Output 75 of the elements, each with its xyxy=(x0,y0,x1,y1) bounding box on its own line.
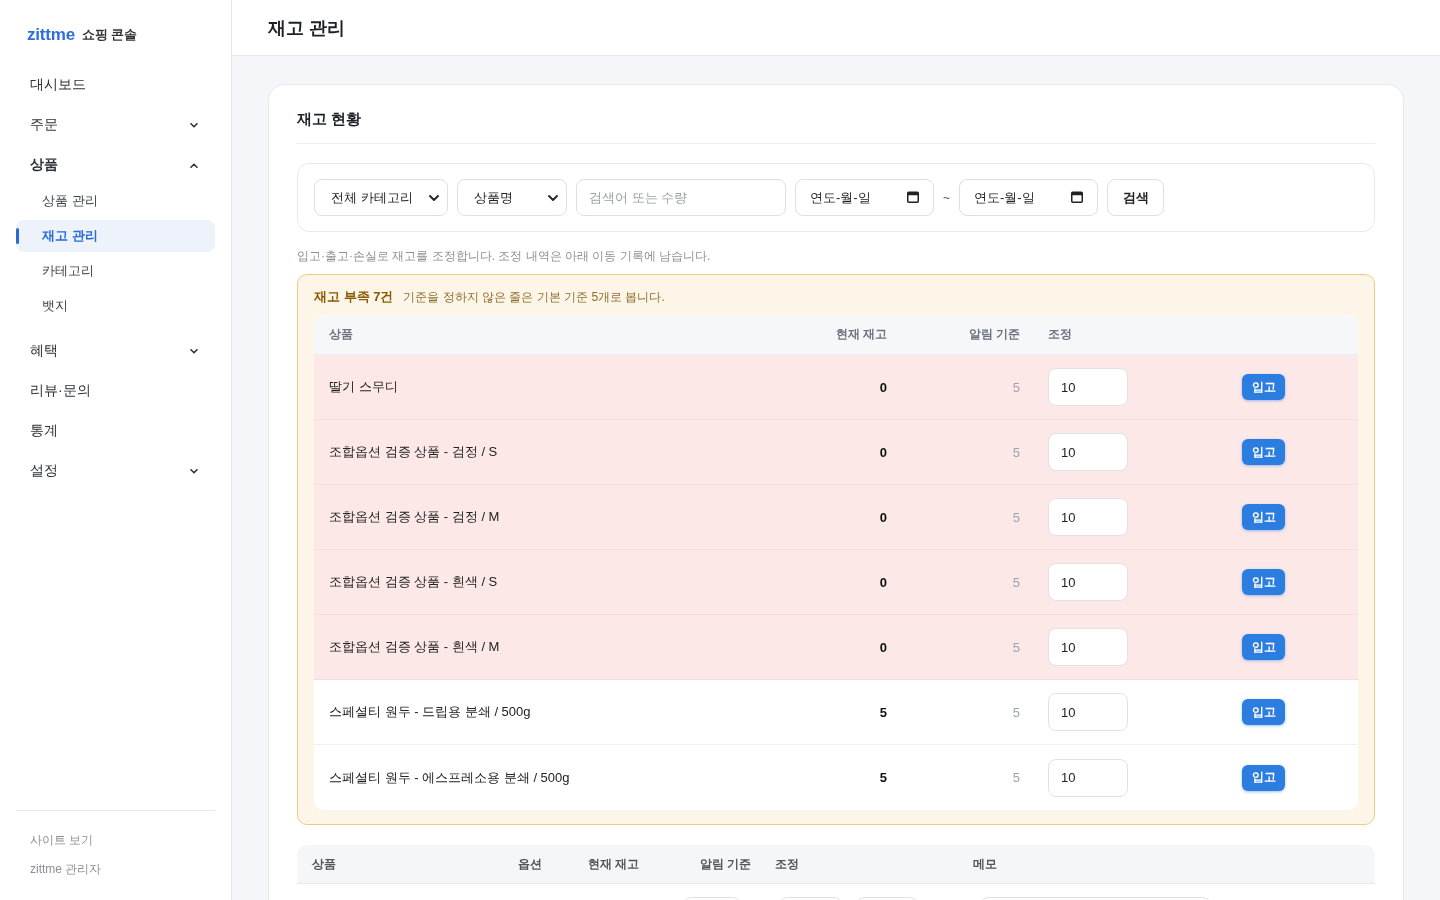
threshold-cell: 5 xyxy=(1012,704,1020,720)
card-title: 재고 현황 xyxy=(297,107,1375,144)
stock-in-button[interactable]: 입고 xyxy=(1242,569,1285,595)
column-header: 알림 기준 xyxy=(968,326,1020,343)
help-text: 입고·출고·손실로 재고를 조정합니다. 조정 내역은 아래 이동 기록에 남습니다. xyxy=(297,248,712,264)
column-header: 조정 xyxy=(1048,326,1072,343)
date-input[interactable]: 연도-월-일 xyxy=(959,179,1098,216)
brand-logo[interactable]: zittme xyxy=(27,25,75,45)
column-header: 상품 xyxy=(312,855,336,873)
stock-in-button[interactable]: 입고 xyxy=(1242,374,1285,400)
quantity-input[interactable]: 10 xyxy=(1048,563,1128,601)
page-title: 재고 관리 xyxy=(268,16,345,40)
search-input[interactable]: 검색어 또는 수량 xyxy=(576,179,786,216)
sidebar-item[interactable]: 통계 xyxy=(16,411,215,451)
sidebar-subitem[interactable]: 뱃지 xyxy=(16,290,215,322)
search-button[interactable]: 검색 xyxy=(1107,179,1164,216)
threshold-cell: 5 xyxy=(1012,509,1020,525)
stock-cell: 0 xyxy=(879,574,887,590)
product-cell: 조합옵션 검증 상품 - 흰색 / M xyxy=(329,638,500,656)
field-select[interactable]: 상품명 xyxy=(457,179,567,216)
threshold-cell: 5 xyxy=(1012,574,1020,590)
stock-cell: 5 xyxy=(879,704,887,720)
sidebar-item[interactable]: 주문 xyxy=(16,105,215,145)
sidebar-subitem[interactable]: 카테고리 xyxy=(16,255,215,287)
stock-in-button[interactable]: 입고 xyxy=(1242,764,1285,791)
sidebar-item[interactable]: 대시보드 xyxy=(16,65,215,105)
stock-cell: 0 xyxy=(879,444,887,460)
category-select[interactable]: 전체 카테고리 xyxy=(314,179,448,216)
calendar-icon xyxy=(1071,191,1083,203)
stock-in-button[interactable]: 입고 xyxy=(1242,504,1285,530)
sidebar-item[interactable]: 혜택 xyxy=(16,331,215,371)
stock-cell: 0 xyxy=(879,509,887,525)
quantity-input[interactable]: 10 xyxy=(1048,628,1128,666)
sidebar-subitem[interactable]: 재고 관리 xyxy=(16,220,215,252)
product-cell: 조합옵션 검증 상품 - 흰색 / S xyxy=(329,573,498,591)
quantity-input[interactable]: 10 xyxy=(1048,433,1128,471)
stock-cell: 0 xyxy=(879,639,887,655)
quantity-input[interactable]: 10 xyxy=(1048,693,1128,731)
range-separator: ~ xyxy=(943,190,950,205)
column-header: 현재 재고 xyxy=(835,326,887,343)
column-header: 상품 xyxy=(329,326,353,343)
sidebar-item[interactable]: 상품 xyxy=(16,145,215,185)
footer-link[interactable]: 사이트 보기 xyxy=(30,831,94,849)
threshold-cell: 5 xyxy=(1012,639,1020,655)
quantity-input[interactable]: 10 xyxy=(1048,498,1128,536)
console-label: 쇼핑 콘솔 xyxy=(81,26,138,44)
low-stock-title: 재고 부족 7건 xyxy=(314,288,394,306)
quantity-input[interactable]: 10 xyxy=(1048,368,1128,406)
column-header: 메모 xyxy=(973,855,997,873)
sidebar-item[interactable]: 설정 xyxy=(16,451,215,491)
stock-in-button[interactable]: 입고 xyxy=(1242,699,1285,725)
threshold-cell: 5 xyxy=(1012,770,1020,785)
threshold-cell: 5 xyxy=(1012,444,1020,460)
product-cell: 조합옵션 검증 상품 - 검정 / M xyxy=(329,508,500,526)
calendar-icon xyxy=(907,191,919,203)
chevron-down-icon xyxy=(429,194,439,201)
sidebar-item[interactable]: 리뷰·문의 xyxy=(16,371,215,411)
column-header: 옵션 xyxy=(518,855,542,873)
chevron-down-icon xyxy=(548,194,558,201)
column-header: 조정 xyxy=(775,855,799,873)
product-cell: 스페셜티 원두 - 에스프레소용 분쇄 / 500g xyxy=(329,768,570,787)
quantity-input[interactable]: 10 xyxy=(1048,758,1128,797)
date-input[interactable]: 연도-월-일 xyxy=(795,179,934,216)
column-header: 알림 기준 xyxy=(700,855,752,873)
product-cell: 조합옵션 검증 상품 - 검정 / S xyxy=(329,443,498,461)
column-header: 현재 재고 xyxy=(588,855,640,873)
product-cell: 딸기 스무디 xyxy=(329,378,398,396)
stock-cell: 0 xyxy=(879,379,887,395)
stock-in-button[interactable]: 입고 xyxy=(1242,439,1285,465)
threshold-cell: 5 xyxy=(1012,379,1020,395)
stock-in-button[interactable]: 입고 xyxy=(1242,634,1285,660)
stock-cell: 5 xyxy=(879,770,887,785)
sidebar-subitem[interactable]: 상품 관리 xyxy=(16,185,215,217)
product-cell: 스페셜티 원두 - 드립용 분쇄 / 500g xyxy=(329,703,531,721)
low-stock-description: 기준을 정하지 않은 줄은 기본 기준 5개로 봅니다. xyxy=(403,289,665,306)
